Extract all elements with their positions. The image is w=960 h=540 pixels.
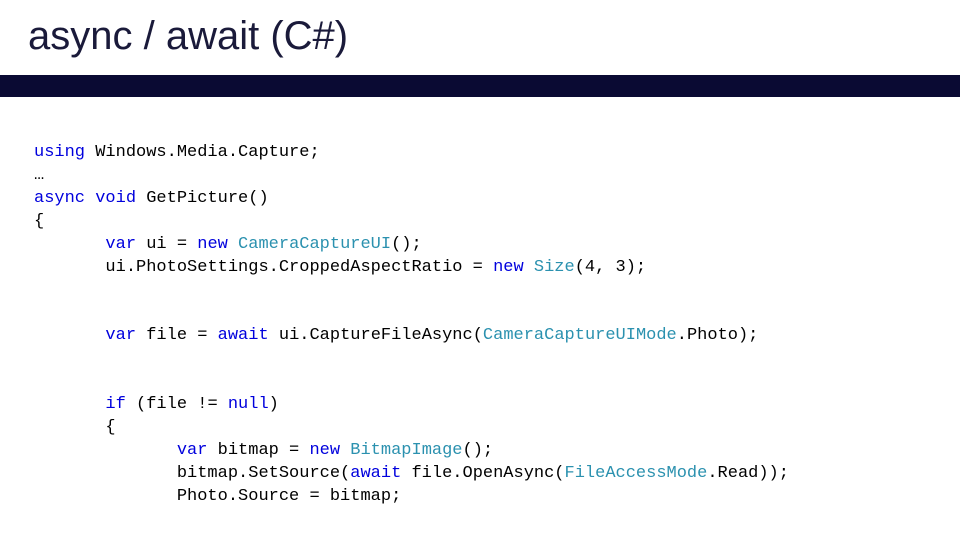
code-text: file = bbox=[136, 326, 218, 345]
code-text: … bbox=[34, 166, 44, 185]
keyword-var: var bbox=[105, 235, 136, 254]
code-text: bitmap.SetSource( bbox=[177, 464, 350, 483]
blank-line bbox=[34, 348, 926, 371]
code-text: (file != bbox=[126, 395, 228, 414]
type-cameracaptureui: CameraCaptureUI bbox=[228, 235, 391, 254]
keyword-var: var bbox=[105, 326, 136, 345]
keyword-new: new bbox=[493, 258, 524, 277]
code-text: .Photo); bbox=[677, 326, 759, 345]
code-text: GetPicture() bbox=[136, 189, 269, 208]
type-size: Size bbox=[524, 258, 575, 277]
keyword-await: await bbox=[350, 464, 401, 483]
type-bitmapimage: BitmapImage bbox=[340, 441, 462, 460]
code-text: (); bbox=[463, 441, 494, 460]
code-text: ui.PhotoSettings.CroppedAspectRatio = bbox=[105, 258, 493, 277]
code-line: async void GetPicture() bbox=[34, 189, 269, 208]
code-line: … bbox=[34, 166, 44, 185]
code-line: { bbox=[34, 212, 44, 231]
code-text: { bbox=[34, 212, 44, 231]
code-line: { bbox=[34, 418, 116, 437]
keyword-null: null bbox=[228, 395, 269, 414]
keyword-using: using bbox=[34, 143, 85, 162]
keyword-if: if bbox=[105, 395, 125, 414]
type-cameracaptureuimode: CameraCaptureUIMode bbox=[483, 326, 677, 345]
code-line: Photo.Source = bitmap; bbox=[34, 487, 401, 506]
type-fileaccessmode: FileAccessMode bbox=[565, 464, 708, 483]
code-text: (); bbox=[391, 235, 422, 254]
code-text: Photo.Source = bitmap; bbox=[177, 487, 401, 506]
code-text: bitmap = bbox=[207, 441, 309, 460]
slide-title: async / await (C#) bbox=[28, 14, 932, 59]
code-line: using Windows.Media.Capture; bbox=[34, 143, 320, 162]
code-text: { bbox=[105, 418, 115, 437]
code-line: if (file != null) bbox=[34, 395, 279, 414]
code-block: using Windows.Media.Capture; … async voi… bbox=[0, 97, 960, 509]
dark-band bbox=[0, 75, 960, 97]
keyword-void: void bbox=[95, 189, 136, 208]
code-text: ) bbox=[269, 395, 279, 414]
code-text: (4, 3); bbox=[575, 258, 646, 277]
code-text: file.OpenAsync( bbox=[401, 464, 564, 483]
code-text: ui = bbox=[136, 235, 197, 254]
code-text: ui.CaptureFileAsync( bbox=[269, 326, 483, 345]
code-text: .Read)); bbox=[707, 464, 789, 483]
code-line: bitmap.SetSource(await file.OpenAsync(Fi… bbox=[34, 464, 789, 483]
slide-header: async / await (C#) bbox=[0, 0, 960, 75]
keyword-async: async bbox=[34, 189, 85, 208]
keyword-new: new bbox=[197, 235, 228, 254]
code-line: ui.PhotoSettings.CroppedAspectRatio = ne… bbox=[34, 258, 646, 277]
code-line: var ui = new CameraCaptureUI(); bbox=[34, 235, 422, 254]
keyword-await: await bbox=[218, 326, 269, 345]
keyword-var: var bbox=[177, 441, 208, 460]
blank-line bbox=[34, 280, 926, 303]
code-line: var file = await ui.CaptureFileAsync(Cam… bbox=[34, 326, 758, 345]
code-line: var bitmap = new BitmapImage(); bbox=[34, 441, 493, 460]
code-text: Windows.Media.Capture; bbox=[85, 143, 320, 162]
keyword-new: new bbox=[309, 441, 340, 460]
